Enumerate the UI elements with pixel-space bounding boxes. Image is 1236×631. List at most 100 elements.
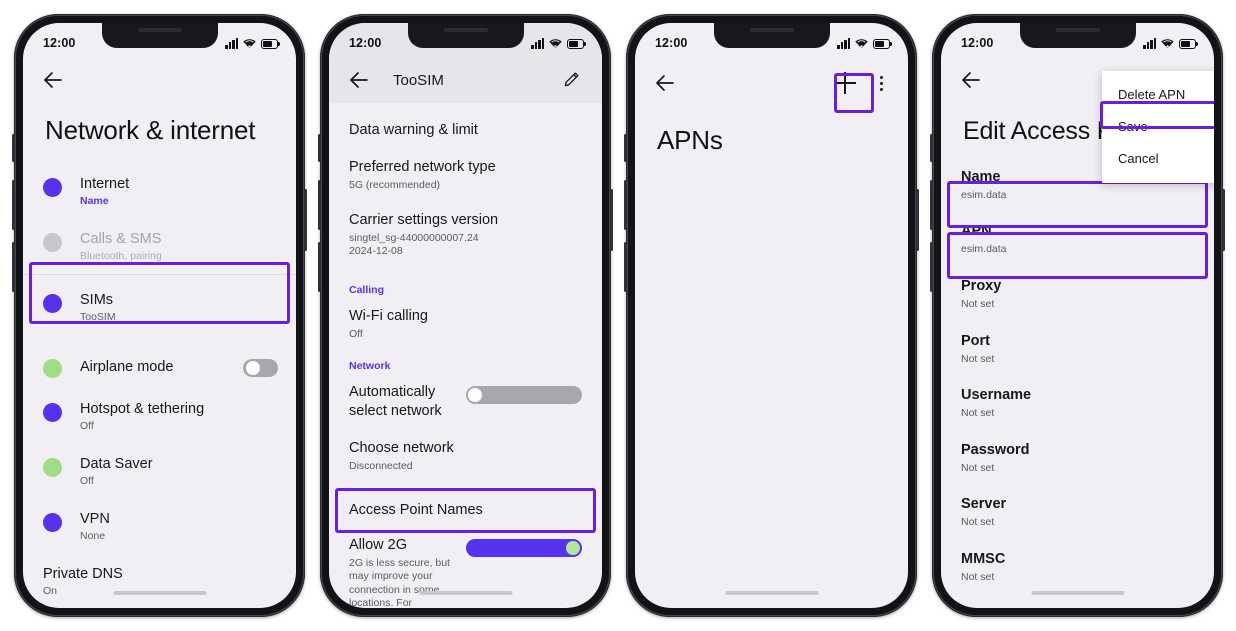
field-value: esim.data <box>961 189 1007 201</box>
row-subtitle: Off <box>80 475 94 487</box>
row-subtitle: TooSIM <box>80 311 116 323</box>
phone3-content: APNs <box>635 57 908 608</box>
row-title: Hotspot & tethering <box>80 401 205 417</box>
field-label: APN <box>961 222 992 239</box>
phone3-volume-down <box>624 242 627 292</box>
phone1-content: Network & internet Internet Name Calls &… <box>23 57 296 608</box>
status-clock: 12:00 <box>349 36 382 50</box>
row-subtitle: Off <box>80 420 94 432</box>
settings-row-access-point-names[interactable]: Access Point Names <box>329 483 602 534</box>
allow-2g-toggle[interactable] <box>465 538 582 557</box>
field-label: Password <box>961 441 1030 458</box>
field-value: Not set <box>961 570 995 583</box>
phone4-power-button <box>1222 189 1225 251</box>
sidebar-item-calls-sms[interactable]: Calls & SMS Bluetooth, pairing <box>23 219 296 274</box>
status-icons <box>837 37 893 49</box>
signal-bars-icon <box>225 37 238 49</box>
settings-row-allow-2g[interactable]: Allow 2G 2G is less secure, but may impr… <box>329 534 602 608</box>
wifi-icon <box>549 38 562 49</box>
back-icon[interactable] <box>959 68 983 92</box>
field-label: Server <box>961 496 1007 512</box>
phone-4-edit-apn: 12:00 Edit Access Point Name esim.data A… <box>930 14 1225 617</box>
sidebar-item-internet[interactable]: Internet Name <box>23 164 296 219</box>
field-value: esim.data <box>961 242 1007 255</box>
page-title: APNs <box>657 125 723 155</box>
apn-field-password[interactable]: Password Not set <box>941 430 1214 485</box>
earpiece-speaker <box>137 28 182 32</box>
status-icons <box>531 37 587 49</box>
row-title: SIMs <box>80 292 114 308</box>
auto-select-network-toggle[interactable] <box>465 386 582 404</box>
sidebar-item-airplane-mode[interactable]: Airplane mode <box>23 342 296 389</box>
sidebar-item-sims[interactable]: SIMs TooSIM <box>23 275 296 342</box>
phone-3-apns-list: 12:00 APNs <box>624 14 919 617</box>
row-subtitle: None <box>80 530 106 542</box>
sidebar-item-vpn[interactable]: VPN None <box>23 499 296 554</box>
phone1-power-button <box>304 189 307 251</box>
settings-row-carrier-settings-version[interactable]: Carrier settings version singtel_sg-4400… <box>329 202 602 268</box>
apn-field-apn[interactable]: APN esim.data <box>941 213 1214 267</box>
status-icons <box>1143 37 1199 49</box>
phone2-mute-switch <box>318 134 321 162</box>
row-subtitle: 5G (recommended) <box>349 179 441 191</box>
row-title: Data warning & limit <box>349 122 478 138</box>
row-title: Allow 2G <box>349 536 408 553</box>
settings-row-choose-network[interactable]: Choose network Disconnected <box>329 430 602 483</box>
phone1-notch <box>101 23 218 48</box>
phone1-volume-down <box>12 242 15 292</box>
row-title: Choose network <box>349 440 454 456</box>
menu-item-delete-apn[interactable]: Delete APN <box>1102 79 1214 111</box>
settings-row-auto-select-network[interactable]: Automatically select network <box>329 374 602 430</box>
back-icon[interactable] <box>347 68 371 92</box>
phone3-mute-switch <box>624 134 627 162</box>
field-value: Not set <box>961 298 995 310</box>
field-label: Port <box>961 332 990 349</box>
apn-field-port[interactable]: Port Not set <box>941 321 1214 376</box>
sidebar-item-private-dns[interactable]: Private DNS On <box>23 554 296 608</box>
menu-item-cancel[interactable]: Cancel <box>1102 143 1214 175</box>
row-title: Carrier settings version <box>349 211 499 228</box>
sidebar-item-data-saver[interactable]: Data Saver Off <box>23 444 296 499</box>
back-icon[interactable] <box>653 71 677 95</box>
home-indicator[interactable] <box>1031 590 1124 595</box>
more-options-icon[interactable] <box>872 75 890 91</box>
phone4-screen: 12:00 Edit Access Point Name esim.data A… <box>941 23 1214 608</box>
menu-item-save[interactable]: Save <box>1102 111 1214 143</box>
settings-row-preferred-network-type[interactable]: Preferred network type 5G (recommended) <box>329 149 602 202</box>
phone2-power-button <box>610 189 613 251</box>
field-value: Not set <box>961 407 995 419</box>
row-title: Airplane mode <box>80 358 174 375</box>
row-subtitle: Off <box>349 327 363 340</box>
phone2-screen: 12:00 TooSIM Data warning & limit Prefer… <box>329 23 602 608</box>
settings-row-data-warning-limit[interactable]: Data warning & limit <box>329 112 602 149</box>
section-label-calling: Calling <box>349 283 385 296</box>
phone3-volume-up <box>624 180 627 230</box>
phone1-screen: 12:00 Network & internet Internet Name C… <box>23 23 296 608</box>
vpn-dot-icon <box>43 513 62 532</box>
row-subtitle: singtel_sg-44000000007.24 2024-12-08 <box>349 231 479 258</box>
apn-field-username[interactable]: Username Not set <box>941 375 1214 430</box>
home-indicator[interactable] <box>419 590 512 595</box>
edit-pencil-icon[interactable] <box>562 69 584 91</box>
home-indicator[interactable] <box>113 590 206 595</box>
overflow-menu: Delete APN Save Cancel <box>1102 71 1214 183</box>
row-subtitle: Name <box>80 195 109 207</box>
apn-field-proxy[interactable]: Proxy Not set <box>941 266 1214 321</box>
phone-1-network-internet: 12:00 Network & internet Internet Name C… <box>12 14 307 617</box>
row-title: Access Point Names <box>349 501 483 518</box>
status-clock: 12:00 <box>961 36 994 50</box>
sidebar-item-hotspot-tethering[interactable]: Hotspot & tethering Off <box>23 389 296 444</box>
apn-field-server[interactable]: Server Not set <box>941 484 1214 539</box>
phone3-screen: 12:00 APNs <box>635 23 908 608</box>
phone2-volume-up <box>318 180 321 230</box>
status-icons <box>225 37 281 49</box>
settings-row-wifi-calling[interactable]: Wi-Fi calling Off <box>329 298 602 351</box>
apn-field-mmsc[interactable]: MMSC Not set <box>941 539 1214 594</box>
add-apn-icon[interactable] <box>834 72 856 94</box>
airplane-mode-toggle[interactable] <box>243 359 278 377</box>
back-icon[interactable] <box>41 68 65 92</box>
home-indicator[interactable] <box>725 590 818 595</box>
signal-bars-icon <box>837 37 850 49</box>
wifi-icon <box>855 38 868 49</box>
row-subtitle: Bluetooth, pairing <box>80 250 162 262</box>
